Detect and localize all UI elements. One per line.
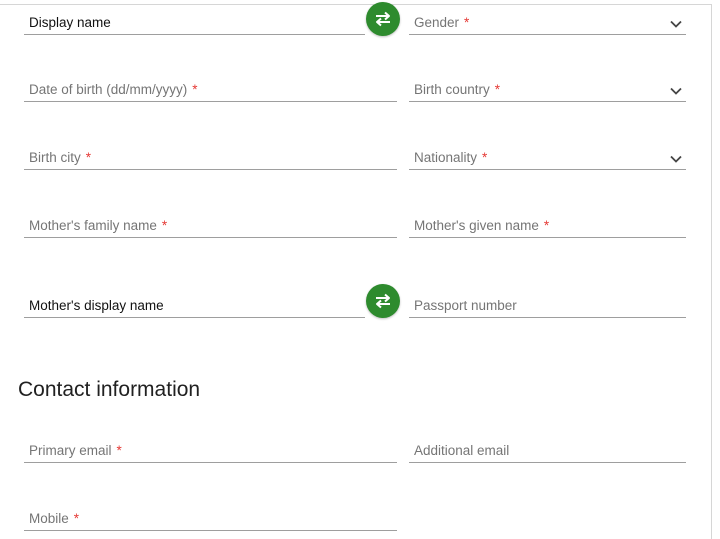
birth-country-select[interactable]: Birth country * [409, 72, 686, 102]
required-marker: * [494, 82, 501, 97]
required-marker: * [482, 150, 488, 165]
display-name-field[interactable]: Display name [24, 5, 365, 35]
primary-email-field[interactable]: Primary email * [24, 433, 397, 463]
required-marker: * [161, 218, 168, 233]
mothers-display-name-value: Mother's display name [29, 298, 164, 313]
mothers-given-name-label: Mother's given name * [414, 218, 550, 233]
swap-arrows-icon [376, 11, 390, 27]
swap-arrows-icon [376, 293, 390, 309]
gender-label: Gender * [414, 15, 470, 30]
right-border [711, 4, 712, 539]
swap-display-name-button[interactable] [366, 2, 400, 36]
additional-email-field[interactable]: Additional email [409, 433, 686, 463]
mothers-display-name-field[interactable]: Mother's display name [24, 288, 365, 318]
mothers-family-name-field[interactable]: Mother's family name * [24, 208, 397, 238]
required-marker: * [192, 82, 198, 97]
additional-email-label: Additional email [414, 443, 510, 458]
required-marker: * [543, 218, 550, 233]
nationality-label: Nationality * [414, 150, 488, 165]
passport-number-field[interactable]: Passport number [409, 288, 686, 318]
date-of-birth-label: Date of birth (dd/mm/yyyy) * [29, 82, 198, 97]
swap-mothers-display-name-button[interactable] [366, 284, 400, 318]
birth-country-label: Birth country * [414, 82, 501, 97]
contact-information-heading: Contact information [18, 378, 201, 401]
chevron-down-icon [670, 20, 682, 28]
required-marker: * [116, 443, 122, 458]
mobile-field[interactable]: Mobile * [24, 501, 397, 531]
gender-select[interactable]: Gender * [409, 5, 686, 35]
mothers-given-name-field[interactable]: Mother's given name * [409, 208, 686, 238]
primary-email-label: Primary email * [29, 443, 122, 458]
chevron-down-icon [670, 155, 682, 163]
birth-city-label: Birth city * [29, 150, 92, 165]
chevron-down-icon [670, 87, 682, 95]
nationality-select[interactable]: Nationality * [409, 140, 686, 170]
mobile-label: Mobile * [29, 511, 80, 526]
birth-city-field[interactable]: Birth city * [24, 140, 397, 170]
required-marker: * [73, 511, 80, 526]
display-name-value: Display name [29, 15, 111, 30]
required-marker: * [85, 150, 92, 165]
mothers-family-name-label: Mother's family name * [29, 218, 168, 233]
required-marker: * [464, 15, 470, 30]
date-of-birth-field[interactable]: Date of birth (dd/mm/yyyy) * [24, 72, 397, 102]
passport-number-label: Passport number [414, 298, 517, 313]
